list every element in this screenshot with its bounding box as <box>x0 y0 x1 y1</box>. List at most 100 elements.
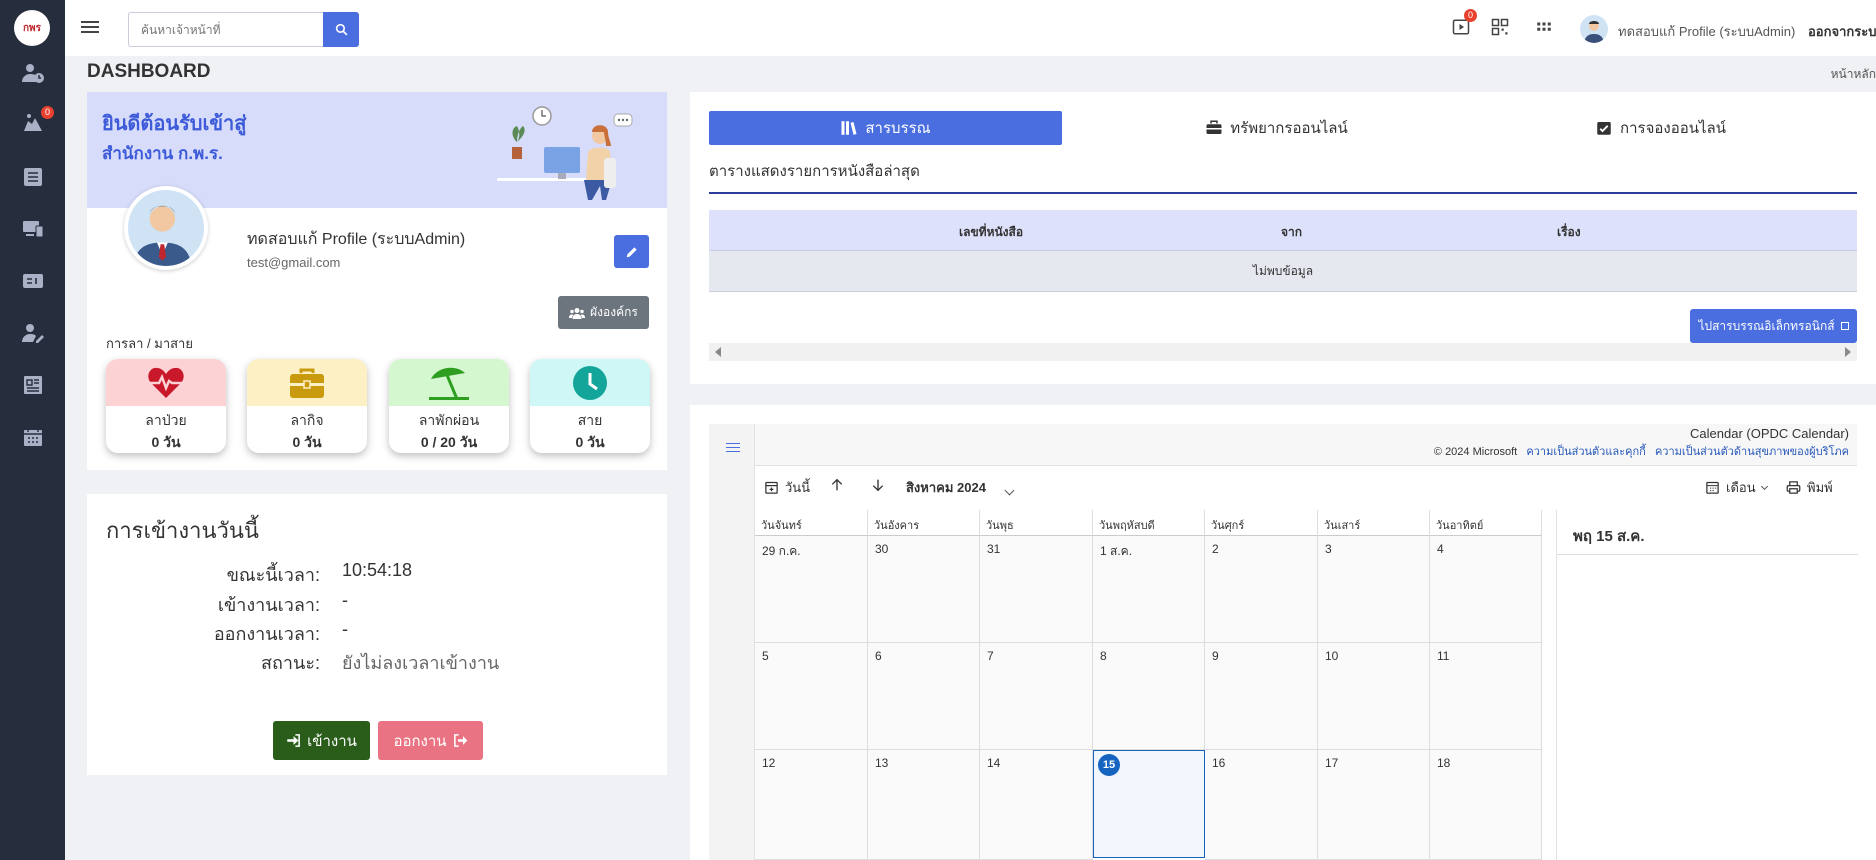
table-empty-row: ไม่พบข้อมูล <box>709 251 1857 292</box>
calendar-day-cell[interactable]: 30 <box>868 536 980 643</box>
calendar-day-cell[interactable]: 31 <box>980 536 1093 643</box>
apps-grid-icon[interactable] <box>1535 18 1555 38</box>
heartbeat-icon <box>148 367 184 398</box>
attendance-key: เข้างานเวลา: <box>217 595 320 615</box>
leave-card-vacation[interactable]: ลาพักผ่อน 0 / 20 วัน <box>389 359 509 453</box>
breadcrumb[interactable]: หน้าหลัก <box>1831 65 1876 84</box>
devices-icon[interactable] <box>20 216 46 242</box>
briefcase-icon <box>290 368 324 398</box>
pencil-icon <box>626 246 637 257</box>
checkin-button[interactable]: เข้างาน <box>273 721 370 760</box>
privacy-cookies-link[interactable]: ความเป็นส่วนตัวและคุกกี้ <box>1526 446 1645 458</box>
qrcode-icon[interactable] <box>1491 18 1511 38</box>
page-title: DASHBOARD <box>87 61 211 82</box>
user-clock-icon[interactable] <box>20 60 46 86</box>
brand-logo[interactable]: กพร <box>14 10 50 46</box>
today-date-badge: 15 <box>1098 754 1120 776</box>
month-picker[interactable]: สิงหาคม 2024 <box>906 477 1015 498</box>
calendar-day-cell[interactable]: 12 <box>755 750 868 860</box>
leave-card-personal[interactable]: ลากิจ 0 วัน <box>247 359 367 453</box>
calendar-menu-icon[interactable] <box>726 440 740 455</box>
col-from[interactable]: จาก <box>1281 223 1302 242</box>
horizontal-scrollbar[interactable] <box>709 343 1857 361</box>
search-input[interactable] <box>128 12 324 47</box>
arrow-up-icon[interactable] <box>829 477 845 493</box>
health-privacy-link[interactable]: ความเป็นส่วนตัวด้านสุขภาพของผู้บริโภค <box>1655 446 1849 458</box>
workspace-illustration <box>497 106 633 200</box>
calendar-name: Calendar (OPDC Calendar) <box>1690 426 1849 441</box>
menu-toggle-icon[interactable] <box>81 18 99 38</box>
leave-value: 0 วัน <box>151 434 181 450</box>
list-icon[interactable] <box>20 164 46 190</box>
calendar-check-icon <box>1597 122 1611 135</box>
toolbox-icon <box>1206 120 1222 134</box>
user-edit-icon[interactable] <box>20 320 46 346</box>
leave-label: สาย <box>577 412 603 428</box>
calendar-day-cell[interactable]: 14 <box>980 750 1093 860</box>
calendar-day-cell[interactable]: 17 <box>1318 750 1430 860</box>
col-subject[interactable]: เรื่อง <box>1557 223 1581 242</box>
weekday-header: วันศุกร์ <box>1205 510 1318 536</box>
scroll-left-icon[interactable] <box>715 347 721 357</box>
calendar-day-cell[interactable]: 13 <box>868 750 980 860</box>
view-switch[interactable]: เดือน <box>1705 477 1768 498</box>
calendar-day-cell[interactable]: 2 <box>1205 536 1318 643</box>
calendar-day-cell[interactable]: 29 ก.ค. <box>755 536 868 643</box>
calendar-day-cell[interactable]: 3 <box>1318 536 1430 643</box>
today-button[interactable]: วันนี้ <box>764 477 810 498</box>
calendar-day-cell[interactable]: 9 <box>1205 643 1318 750</box>
users-icon <box>569 307 586 319</box>
chevron-down-icon <box>1004 485 1015 496</box>
leave-card-late[interactable]: สาย 0 วัน <box>530 359 650 453</box>
agenda-date: พฤ 15 ส.ค. <box>1573 528 1645 545</box>
calendar-day-cell[interactable]: 10 <box>1318 643 1430 750</box>
calendar-day-cell[interactable]: 4 <box>1430 536 1542 643</box>
calendar-day-cell[interactable]: 11 <box>1430 643 1542 750</box>
calendar-day-cell[interactable]: 7 <box>980 643 1093 750</box>
printer-icon <box>1786 481 1801 494</box>
calendar-day-cell-today[interactable]: 15 <box>1093 750 1205 858</box>
newspaper-icon[interactable] <box>20 372 46 398</box>
calendar-day-cell[interactable]: 1 ส.ค. <box>1093 536 1205 643</box>
current-time: 10:54:18 <box>342 560 413 580</box>
calendar-month-grid: วันจันทร์ วันอังคาร วันพุธ วันพฤหัสบดี ว… <box>755 510 1542 860</box>
calendar-icon[interactable] <box>20 424 46 450</box>
video-badge: 0 <box>1464 9 1478 22</box>
checkout-button[interactable]: ออกงาน <box>378 721 483 760</box>
attendance-status: ยังไม่ลงเวลาเข้างาน <box>342 653 500 673</box>
money-icon[interactable] <box>20 268 46 294</box>
tab-online-booking[interactable]: การจองออนไลน์ <box>1484 111 1837 145</box>
search-button[interactable] <box>323 12 359 47</box>
logout-link[interactable]: ออกจากระบบ <box>1808 21 1876 42</box>
calendar-day-cell[interactable]: 16 <box>1205 750 1318 860</box>
weekday-header: วันจันทร์ <box>755 510 868 536</box>
user-avatar[interactable] <box>1580 15 1608 43</box>
user-name[interactable]: ทดสอบแก้ Profile (ระบบAdmin) <box>1618 21 1795 42</box>
scroll-right-icon[interactable] <box>1845 347 1851 357</box>
calendar-day-cell[interactable]: 8 <box>1093 643 1205 750</box>
checkout-label: ออกงาน <box>393 732 447 750</box>
col-doc-number[interactable]: เลขที่หนังสือ <box>959 223 1023 242</box>
attendance-title: การเข้างานวันนี้ <box>106 518 259 543</box>
edit-profile-button[interactable] <box>614 235 649 268</box>
weekday-header: วันอาทิตย์ <box>1430 510 1542 536</box>
weekday-header: วันอังคาร <box>868 510 980 536</box>
go-ebook-button[interactable]: ไปสารบรรณอิเล็กทรอนิกส์ <box>1690 309 1857 343</box>
leave-card-sick[interactable]: ลาป่วย 0 วัน <box>106 359 226 453</box>
umbrella-beach-icon <box>429 367 469 400</box>
tab-saraban[interactable]: สารบรรณ <box>709 111 1062 145</box>
checkin-label: เข้างาน <box>307 732 357 750</box>
print-button[interactable]: พิมพ์ <box>1786 477 1833 498</box>
agenda-panel: พฤ 15 ส.ค. <box>1556 510 1858 860</box>
tab-online-resources[interactable]: ทรัพยากรออนไลน์ <box>1100 111 1453 145</box>
checkout-time: - <box>342 619 348 639</box>
calendar-day-cell[interactable]: 18 <box>1430 750 1542 860</box>
profile-name: ทดสอบแก้ Profile (ระบบAdmin) <box>247 231 466 248</box>
calendar-day-cell[interactable]: 5 <box>755 643 868 750</box>
doc-table-title: ตารางแสดงรายการหนังสือล่าสุด <box>709 163 920 180</box>
arrow-down-icon[interactable] <box>870 477 886 493</box>
clock-icon <box>573 365 607 400</box>
welcome-line1: ยินดีต้อนรับเข้าสู่ <box>102 113 247 135</box>
calendar-day-cell[interactable]: 6 <box>868 643 980 750</box>
org-chart-button[interactable]: ผังองค์กร <box>558 296 649 329</box>
